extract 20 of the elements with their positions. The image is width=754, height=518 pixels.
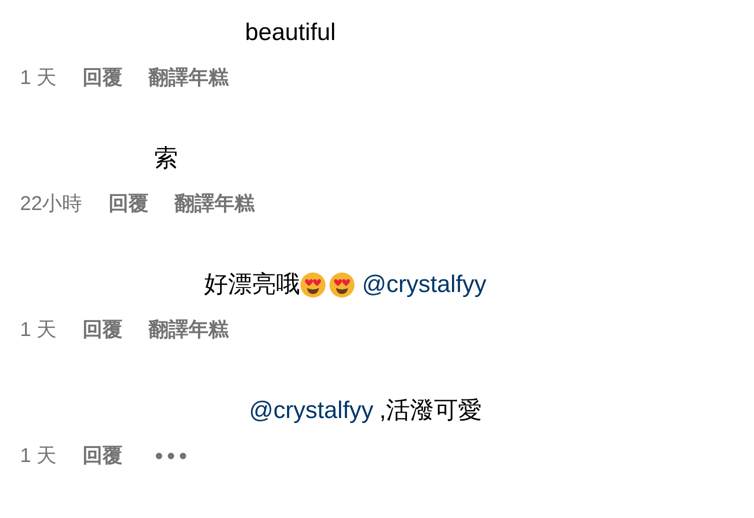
- comment-action-button[interactable]: 回覆: [82, 65, 123, 91]
- comment-text: beautiful: [245, 18, 336, 48]
- comment-action-button[interactable]: 回覆: [82, 317, 123, 343]
- heart-eyes-face-icon: [300, 272, 326, 298]
- mention-link[interactable]: @crystalfyy: [362, 269, 486, 301]
- comment-text: 好漂亮哦: [204, 270, 300, 300]
- comment-time: 22小時: [20, 192, 82, 217]
- comment-action-button[interactable]: 回覆: [108, 191, 148, 217]
- comment-action-button[interactable]: 回覆: [82, 443, 123, 469]
- comment-time: 1 天: [20, 318, 57, 343]
- comment-text: ,活潑可愛: [379, 396, 482, 426]
- comment-action-button[interactable]: 翻譯年糕: [148, 65, 229, 91]
- comment-action-button[interactable]: 翻譯年糕: [174, 191, 254, 217]
- comment-time: 1 天: [20, 444, 57, 469]
- comment-text: 索: [154, 144, 178, 174]
- comment-action-button[interactable]: 翻譯年糕: [148, 317, 229, 343]
- heart-eyes-face-icon: [329, 272, 355, 298]
- comment-time: 1 天: [20, 66, 57, 91]
- more-options-icon[interactable]: [154, 452, 187, 460]
- mention-link[interactable]: @crystalfyy: [249, 395, 374, 427]
